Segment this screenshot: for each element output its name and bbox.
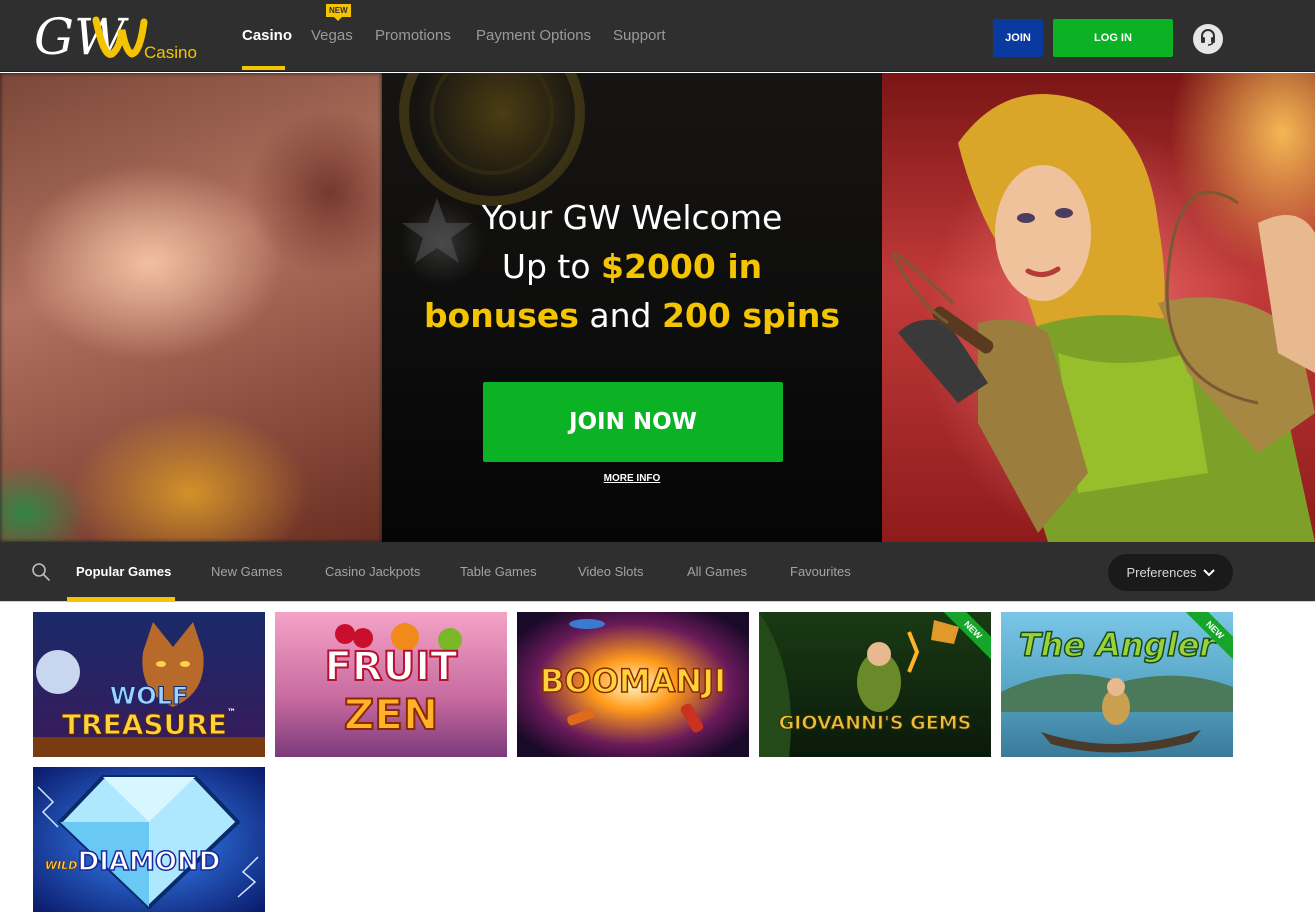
join-button[interactable]: JOIN	[993, 19, 1043, 57]
nav-casino[interactable]: Casino	[242, 27, 292, 44]
fruit-zen-title-2: ZEN	[343, 689, 439, 740]
wolf-treasure-title-2: TREASURE™	[33, 708, 265, 742]
top-header: GW Casino Casino Vegas Promotions Paymen…	[0, 0, 1315, 72]
adventurer-character-illustration	[892, 94, 1315, 542]
wolf-treasure-title-1: WOLF	[109, 682, 189, 711]
support-button[interactable]	[1193, 24, 1223, 54]
nav-payment-options[interactable]: Payment Options	[476, 27, 591, 44]
giovannis-gems-art	[759, 612, 991, 757]
hero-line-3: bonuses and 200 spins	[382, 291, 882, 340]
game-tile-wolf-treasure[interactable]: WOLF TREASURE™	[33, 612, 265, 757]
the-angler-title: The Angler	[1018, 625, 1216, 665]
game-category-bar: Popular Games New Games Casino Jackpots …	[0, 542, 1315, 602]
hero-line-2-prefix: Up to	[501, 247, 602, 286]
preferences-dropdown[interactable]: Preferences	[1108, 554, 1233, 591]
game-tile-fruit-zen[interactable]: FRUIT ZEN	[275, 612, 507, 757]
hero-banner: Your GW Welcome Up to $2000 in bonuses a…	[0, 73, 1315, 542]
join-now-button[interactable]: JOIN NOW	[483, 382, 783, 462]
hero-spins-amount: 200 spins	[661, 296, 841, 335]
tab-new-games[interactable]: New Games	[211, 564, 283, 579]
hero-bonuses-word: bonuses	[423, 296, 579, 335]
chevron-down-icon	[1202, 565, 1215, 580]
game-tile-the-angler[interactable]: The Angler NEW	[1001, 612, 1233, 757]
giovannis-gems-title: GIOVANNI'S GEMS	[778, 712, 972, 735]
tab-favourites[interactable]: Favourites	[790, 564, 851, 579]
game-tile-giovannis-gems[interactable]: GIOVANNI'S GEMS NEW	[759, 612, 991, 757]
tab-casino-jackpots[interactable]: Casino Jackpots	[325, 564, 420, 579]
nav-vegas[interactable]: Vegas	[311, 27, 353, 44]
logo-graphic: GW Casino	[34, 8, 197, 66]
active-nav-indicator	[242, 66, 285, 70]
svg-text:Casino: Casino	[144, 43, 197, 62]
new-badge: NEW	[326, 4, 351, 21]
hero-left-artwork	[0, 73, 382, 542]
headset-icon	[1199, 28, 1217, 51]
game-tile-wild-diamond[interactable]: WILD DIAMOND	[33, 767, 265, 912]
boomanji-title: BOOMANJI	[539, 661, 727, 701]
game-tile-boomanji[interactable]: BOOMANJI	[517, 612, 749, 757]
hero-line-2: Up to $2000 in	[382, 242, 882, 291]
gw-casino-logo[interactable]: GW Casino	[34, 8, 204, 66]
hero-line-1: Your GW Welcome	[481, 198, 783, 237]
tab-video-slots[interactable]: Video Slots	[578, 564, 644, 579]
login-button[interactable]: LOG IN	[1053, 19, 1173, 57]
wolf-treasure-title-2-text: TREASURE	[61, 708, 228, 742]
hero-headline: Your GW Welcome Up to $2000 in bonuses a…	[382, 193, 882, 340]
more-info-link[interactable]: MORE INFO	[582, 473, 682, 484]
tab-popular-games[interactable]: Popular Games	[76, 564, 171, 579]
hero-and-word: and	[578, 296, 662, 335]
wild-diamond-art	[33, 767, 265, 912]
search-icon[interactable]	[31, 562, 51, 582]
fruit-zen-title-1: FRUIT	[324, 643, 459, 691]
tab-table-games[interactable]: Table Games	[460, 564, 537, 579]
active-category-indicator	[67, 597, 175, 602]
nav-promotions[interactable]: Promotions	[375, 27, 451, 44]
nav-support[interactable]: Support	[613, 27, 666, 44]
wolf-treasure-trademark: ™	[227, 708, 237, 718]
hero-bonus-amount: $2000 in	[601, 247, 763, 286]
svg-text:GW: GW	[34, 8, 129, 66]
preferences-label: Preferences	[1126, 565, 1197, 580]
tab-all-games[interactable]: All Games	[687, 564, 747, 579]
wild-diamond-title-2: DIAMOND	[77, 846, 221, 878]
